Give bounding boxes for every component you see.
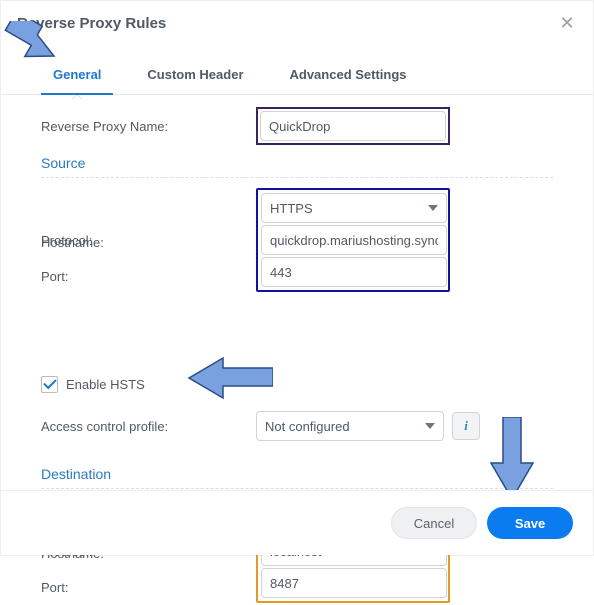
window-title: Reverse Proxy Rules bbox=[17, 15, 166, 32]
divider bbox=[41, 488, 553, 489]
acp-value: Not configured bbox=[265, 419, 350, 434]
source-hostname-input[interactable] bbox=[261, 225, 447, 255]
source-section-title: Source bbox=[41, 145, 553, 175]
save-button[interactable]: Save bbox=[487, 507, 573, 539]
enable-hsts-label: Enable HSTS bbox=[66, 377, 145, 392]
destination-section-title: Destination bbox=[41, 456, 553, 486]
tab-custom-header[interactable]: Custom Header bbox=[135, 57, 255, 94]
cancel-button[interactable]: Cancel bbox=[391, 507, 477, 539]
divider bbox=[41, 177, 553, 178]
close-icon[interactable]: ✕ bbox=[557, 13, 577, 33]
source-hostname-label: Hostname: bbox=[41, 235, 256, 250]
access-control-profile-select[interactable]: Not configured bbox=[256, 411, 444, 441]
reverse-proxy-name-input[interactable] bbox=[260, 111, 446, 141]
dest-port-input[interactable] bbox=[261, 568, 447, 598]
name-label: Reverse Proxy Name: bbox=[41, 119, 256, 134]
tab-advanced-settings[interactable]: Advanced Settings bbox=[278, 57, 419, 94]
source-port-input[interactable] bbox=[261, 257, 447, 287]
acp-label: Access control profile: bbox=[41, 419, 256, 434]
enable-hsts-checkbox[interactable] bbox=[41, 376, 58, 393]
chevron-down-icon bbox=[428, 205, 438, 211]
source-protocol-select[interactable]: HTTPS bbox=[261, 193, 447, 223]
info-icon[interactable]: i bbox=[452, 412, 480, 440]
source-port-label: Port: bbox=[41, 269, 256, 284]
annotation-source-box: HTTPS bbox=[256, 188, 450, 292]
chevron-down-icon bbox=[425, 423, 435, 429]
tab-general[interactable]: General bbox=[41, 57, 113, 94]
source-protocol-value: HTTPS bbox=[270, 201, 313, 216]
dest-port-label: Port: bbox=[41, 580, 256, 595]
annotation-name-box bbox=[256, 107, 450, 145]
